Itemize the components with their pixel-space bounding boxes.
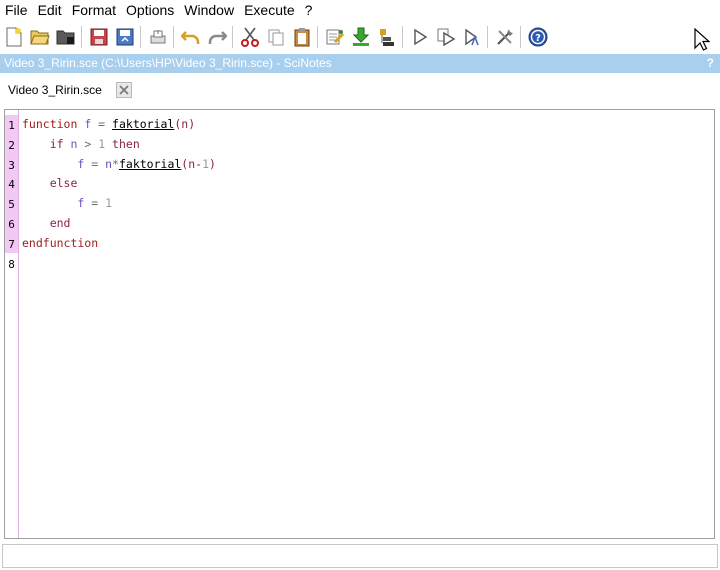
code-area[interactable]: function f = faktorial(n) if n > 1 then …	[22, 115, 216, 273]
menu-bar: File Edit Format Options Window Execute …	[0, 0, 720, 20]
undo-icon[interactable]	[179, 25, 203, 49]
toolbar-separator	[173, 26, 174, 48]
menu-edit[interactable]: Edit	[33, 0, 67, 20]
menu-help[interactable]: ?	[300, 0, 318, 20]
toolbar-separator	[402, 26, 403, 48]
window-title-bar: Video 3_Ririn.sce (C:\Users\HP\Video 3_R…	[0, 54, 720, 73]
line-number: 5	[8, 198, 15, 212]
toolbar-separator	[81, 26, 82, 48]
run-step-icon[interactable]	[434, 25, 458, 49]
close-tab-icon[interactable]	[116, 82, 132, 98]
line-number: 7	[8, 237, 15, 251]
code-token: if	[22, 136, 64, 151]
code-token: f	[77, 117, 99, 131]
line-number: 4	[8, 178, 15, 192]
svg-text:?: ?	[535, 33, 541, 44]
tab-bar: Video 3_Ririn.sce	[0, 74, 720, 108]
menu-file[interactable]: File	[0, 0, 33, 20]
code-token: n	[63, 136, 85, 151]
mouse-cursor-icon	[694, 27, 711, 57]
line-number: 8	[8, 257, 15, 271]
new-file-icon[interactable]	[2, 25, 26, 49]
open-file-icon[interactable]	[28, 25, 52, 49]
toolbar-separator	[317, 26, 318, 48]
code-token: *	[112, 156, 119, 171]
status-bar	[2, 544, 718, 568]
code-token: n	[98, 156, 113, 171]
toolbar-separator	[140, 26, 141, 48]
line-number-gutter: 1 2 3 4 5 6 7 8	[5, 110, 19, 538]
execute-file-icon[interactable]	[375, 25, 399, 49]
toolbar-separator	[520, 26, 521, 48]
toolbar-separator	[232, 26, 233, 48]
code-token: end	[22, 215, 71, 230]
cut-icon[interactable]	[238, 25, 262, 49]
settings-icon[interactable]	[493, 25, 517, 49]
code-line: f = n*faktorial(n-1)	[22, 155, 216, 175]
code-token: then	[112, 136, 140, 151]
line-number: 1	[8, 119, 15, 132]
print-icon[interactable]	[146, 25, 170, 49]
load-into-console-icon[interactable]	[349, 25, 373, 49]
code-line: else	[22, 174, 216, 194]
tab-file-label[interactable]: Video 3_Ririn.sce	[8, 83, 102, 97]
help-icon[interactable]: ?	[526, 25, 550, 49]
paste-icon[interactable]	[290, 25, 314, 49]
menu-options[interactable]: Options	[121, 0, 179, 20]
toolbar: ?	[0, 22, 720, 52]
code-line: end	[22, 214, 216, 234]
code-token: function	[22, 117, 78, 131]
run-debug-icon[interactable]	[460, 25, 484, 49]
code-token: endfunction	[22, 235, 99, 250]
menu-format[interactable]: Format	[67, 0, 121, 20]
code-line: if n > 1 then	[22, 135, 216, 155]
code-editor[interactable]: 1 2 3 4 5 6 7 8 function f = faktorial(n) if n …	[4, 109, 715, 539]
code-token: faktorial	[118, 156, 182, 171]
code-line: f = 1	[22, 194, 216, 214]
copy-icon[interactable]	[264, 25, 288, 49]
line-number: 2	[8, 138, 15, 152]
toolbar-separator	[487, 26, 488, 48]
code-line: endfunction	[22, 234, 216, 254]
save-icon[interactable]	[87, 25, 111, 49]
open-folder-icon[interactable]	[54, 25, 78, 49]
redo-icon[interactable]	[205, 25, 229, 49]
code-token: (n-	[181, 156, 203, 171]
code-token: (n)	[174, 117, 196, 131]
code-token: 1	[98, 196, 113, 211]
code-line: function f = faktorial(n)	[22, 115, 216, 135]
menu-window[interactable]: Window	[179, 0, 239, 20]
title-help-button[interactable]: ?	[707, 54, 714, 73]
code-token: f	[22, 196, 92, 211]
code-token: else	[22, 176, 78, 191]
code-token: 1	[91, 136, 113, 151]
menu-execute[interactable]: Execute	[239, 0, 300, 20]
code-token: f	[22, 156, 92, 171]
line-number: 3	[8, 158, 15, 172]
window-title: Video 3_Ririn.sce (C:\Users\HP\Video 3_R…	[4, 56, 332, 70]
code-token: )	[209, 156, 216, 171]
find-replace-icon[interactable]	[323, 25, 347, 49]
code-token: 1	[202, 156, 210, 171]
line-number: 6	[8, 218, 15, 231]
run-icon[interactable]	[408, 25, 432, 49]
save-as-icon[interactable]	[113, 25, 137, 49]
code-token: faktorial	[112, 117, 175, 131]
